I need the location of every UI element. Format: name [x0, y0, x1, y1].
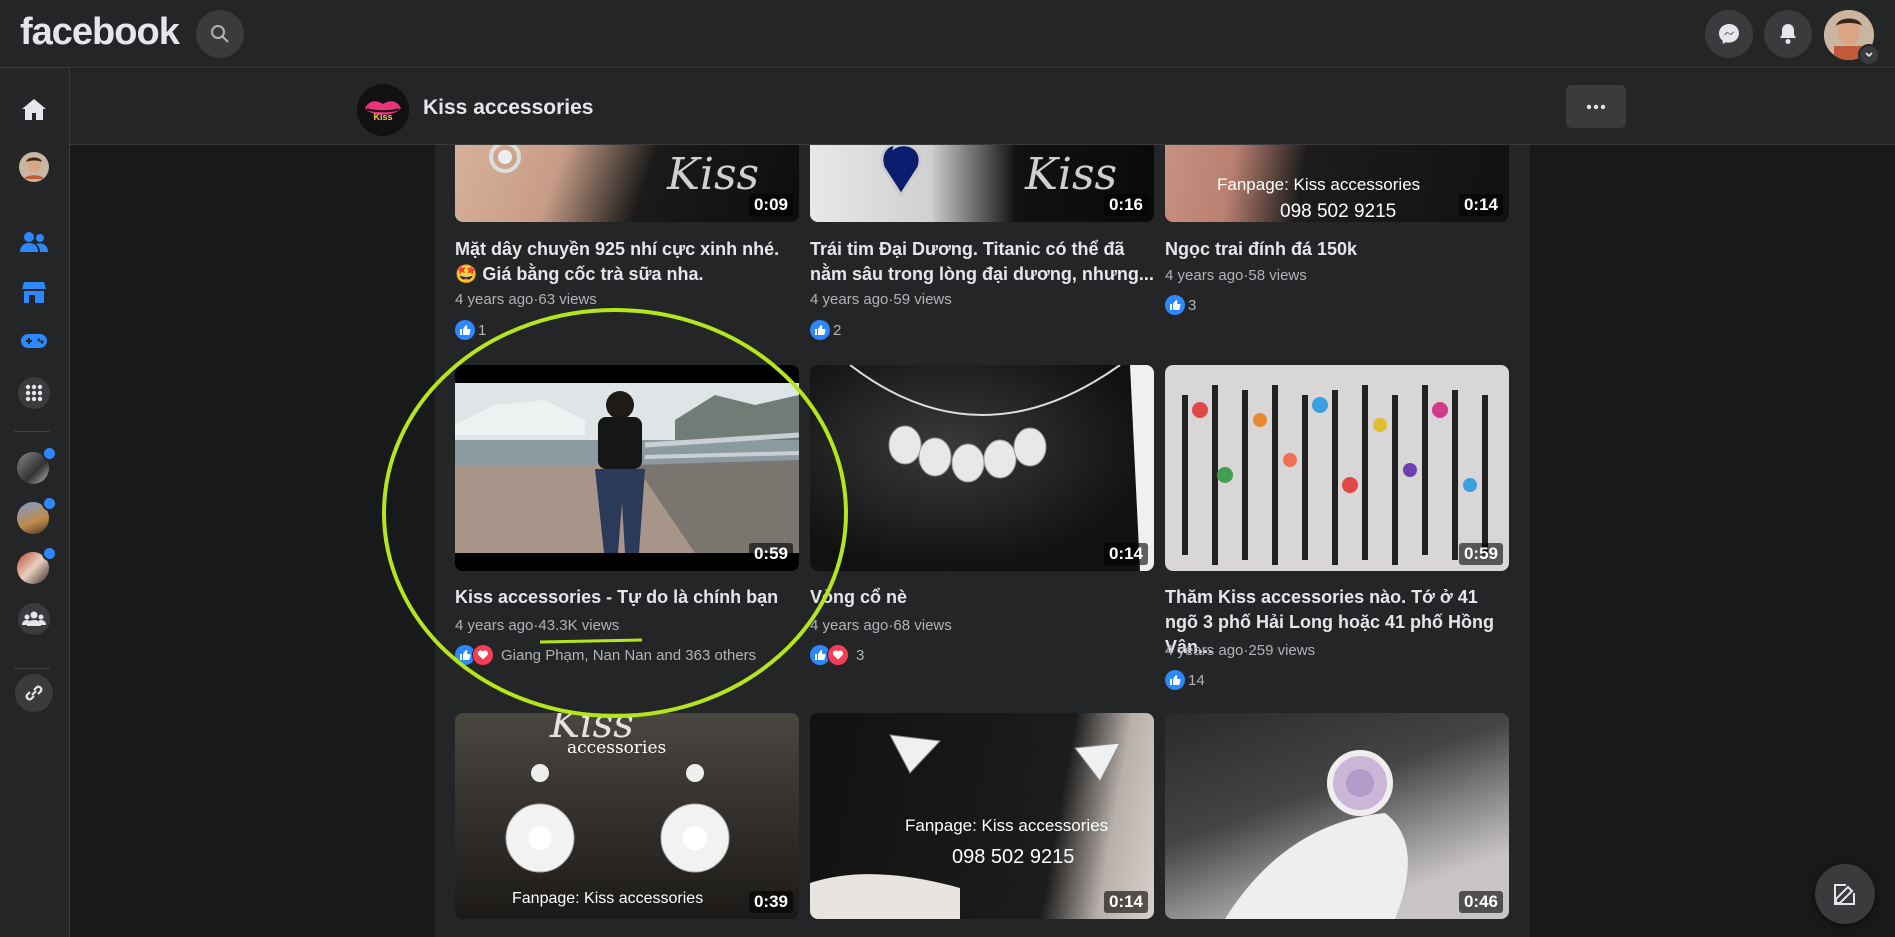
messenger-icon: [1719, 24, 1739, 44]
phone-text: 098 502 9215: [1280, 201, 1397, 222]
video-thumbnail[interactable]: 0:46: [1165, 713, 1509, 919]
video-thumbnail[interactable]: Kiss 0:16: [810, 145, 1154, 222]
video-duration: 0:14: [1103, 543, 1148, 565]
nav-profile[interactable]: [14, 147, 54, 187]
phone-text: 098 502 9215: [952, 846, 1075, 868]
page-logo-text: Kiss: [373, 112, 393, 122]
fanpage-text: Fanpage: Kiss accessories: [512, 890, 704, 907]
chevron-down-icon: [1865, 52, 1873, 58]
like-icon: [1165, 670, 1185, 690]
video-duration: 0:39: [748, 891, 793, 913]
facebook-logo[interactable]: facebook: [20, 11, 180, 54]
video-duration: 0:46: [1458, 891, 1503, 913]
nav-home[interactable]: [14, 90, 54, 130]
video-meta: 4 years ago·58 views: [1165, 267, 1307, 284]
reactions-summary[interactable]: 3: [1165, 295, 1196, 315]
friends-icon: [20, 232, 48, 252]
page-title[interactable]: Kiss accessories: [423, 96, 593, 120]
nav-link[interactable]: [14, 673, 54, 713]
sidebar-divider: [14, 431, 50, 432]
fanpage-text: Fanpage: Kiss accessories: [1217, 175, 1421, 194]
menu-grid-icon: [18, 377, 50, 409]
page-avatar[interactable]: Kiss: [357, 84, 409, 136]
search-icon: [211, 25, 229, 43]
search-button[interactable]: [196, 10, 244, 58]
video-thumbnail[interactable]: Fanpage: Kiss accessories 098 502 9215 0…: [810, 713, 1154, 919]
account-menu-caret[interactable]: [1858, 44, 1880, 66]
gaming-icon: [21, 334, 47, 348]
highlight-annotation: [382, 308, 848, 718]
video-duration: 0:16: [1103, 194, 1148, 216]
link-icon: [15, 674, 53, 712]
video-duration: 0:14: [1103, 891, 1148, 913]
new-message-button[interactable]: [1815, 864, 1875, 924]
sidebar-divider: [14, 668, 50, 669]
like-icon: [1165, 295, 1185, 315]
watermark-text: Kiss: [1025, 149, 1118, 200]
more-icon: [1586, 104, 1606, 109]
video-duration: 0:59: [1458, 543, 1503, 565]
fanpage-text: Fanpage: Kiss accessories: [905, 816, 1109, 835]
nav-all-menu[interactable]: [14, 373, 54, 413]
video-thumbnail[interactable]: 0:14: [810, 365, 1154, 571]
notifications-button[interactable]: [1764, 10, 1812, 58]
nav-friends[interactable]: [14, 222, 54, 262]
video-meta: 4 years ago·259 views: [1165, 642, 1316, 659]
bell-icon: [1780, 24, 1796, 44]
nav-marketplace[interactable]: [14, 272, 54, 312]
video-title[interactable]: Mặt dây chuyền 925 nhí cực xinh nhé. 🤩 G…: [455, 237, 805, 287]
groups-icon: [18, 603, 50, 635]
more-options-button[interactable]: [1566, 85, 1626, 128]
reactions-summary[interactable]: 14: [1165, 670, 1205, 690]
notification-dot: [42, 546, 57, 561]
video-duration: 0:09: [748, 194, 793, 216]
messenger-button[interactable]: [1705, 10, 1753, 58]
edit-icon: [1834, 884, 1855, 905]
video-thumbnail[interactable]: Kiss 0:09: [455, 145, 799, 222]
top-bar: facebook: [0, 0, 1895, 68]
nav-gaming[interactable]: [14, 321, 54, 361]
nav-groups[interactable]: [14, 599, 54, 639]
video-duration: 0:14: [1458, 194, 1503, 216]
left-sidebar: [0, 68, 70, 937]
video-title[interactable]: Ngọc trai đính đá 150k: [1165, 237, 1515, 262]
notification-dot: [42, 446, 57, 461]
watermark-text: Kiss: [667, 149, 760, 200]
video-title[interactable]: Vòng cổ nè: [810, 585, 1160, 610]
watermark-text: accessories: [567, 738, 667, 758]
video-title[interactable]: Trái tim Đại Dương. Titanic có thể đã nằ…: [810, 237, 1160, 287]
profile-avatar: [19, 152, 49, 182]
video-thumbnail[interactable]: 0:59: [1165, 365, 1509, 571]
home-icon: [22, 99, 46, 120]
notification-dot: [42, 496, 57, 511]
video-thumbnail[interactable]: Kiss accessories Fanpage: Kiss accessori…: [455, 713, 799, 919]
video-thumbnail[interactable]: Fanpage: Kiss accessories 098 502 9215 0…: [1165, 145, 1509, 222]
marketplace-icon: [22, 282, 46, 303]
